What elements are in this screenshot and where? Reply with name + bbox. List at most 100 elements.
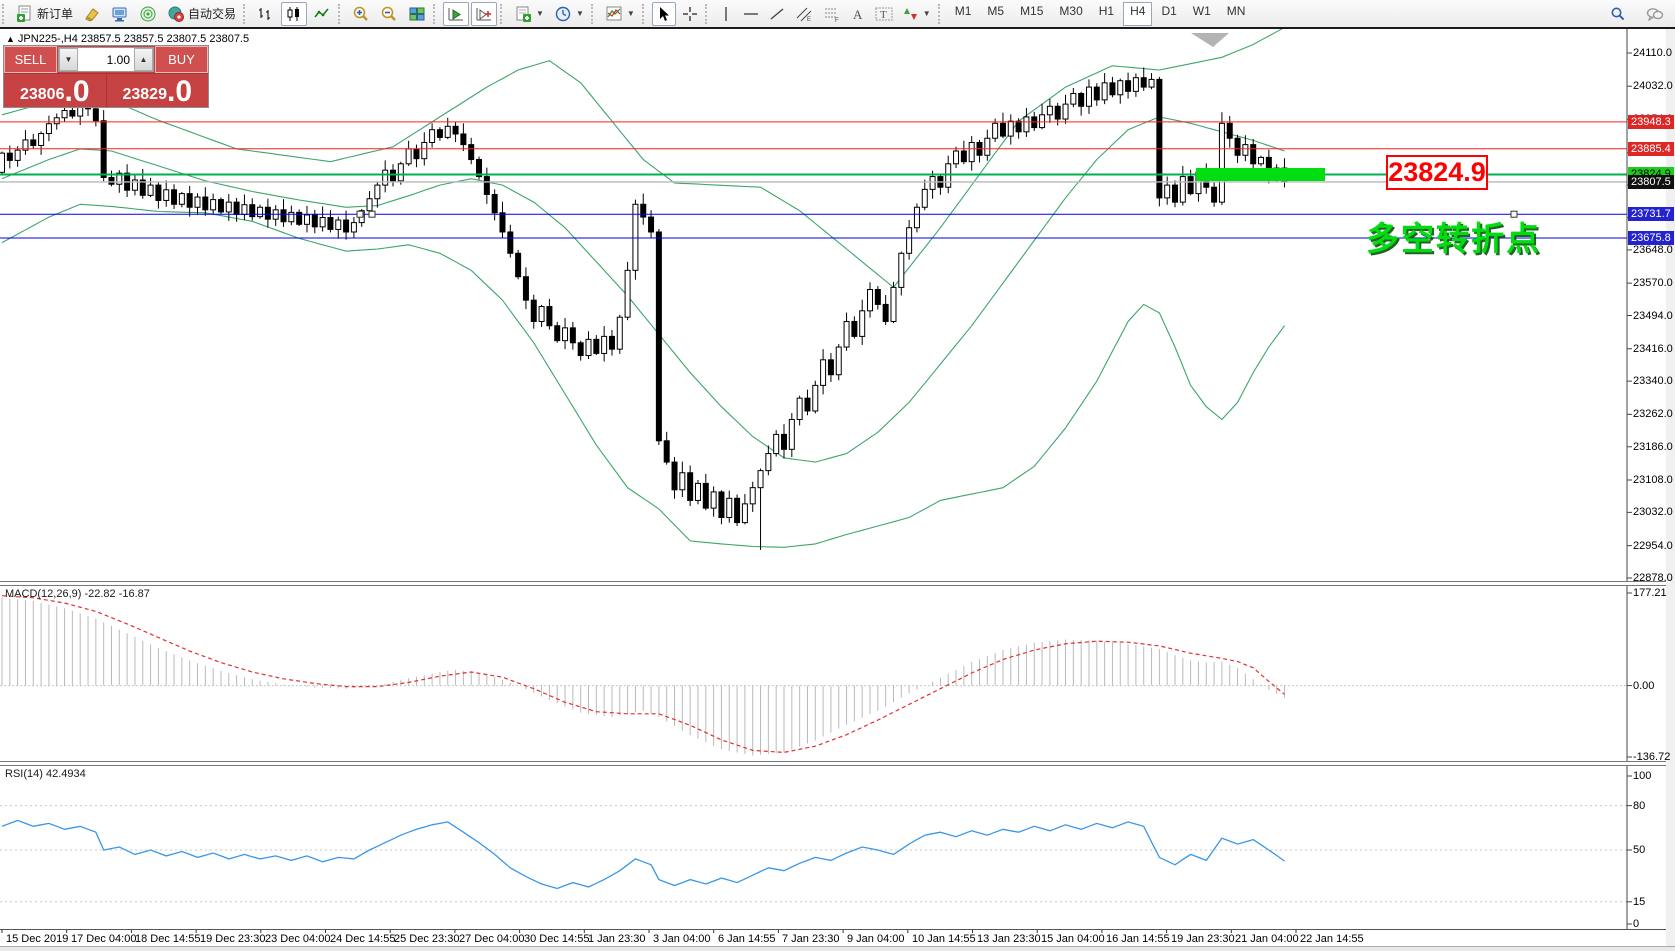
- volume-decrease-button[interactable]: ▼: [59, 48, 78, 71]
- line-chart-button[interactable]: [309, 2, 335, 26]
- arrows-tool[interactable]: ▼: [899, 2, 935, 26]
- price-annotation-box[interactable]: 23824.9: [1386, 155, 1488, 190]
- toolbar-grip[interactable]: [642, 4, 649, 24]
- time-axis-label: 15 Dec 2019: [6, 933, 68, 945]
- timeframe-m5-button[interactable]: M5: [980, 2, 1011, 26]
- hline-icon: [743, 6, 759, 22]
- buy-button[interactable]: BUY: [155, 46, 208, 73]
- toolbar-grip[interactable]: [243, 4, 250, 24]
- channel-icon: E: [795, 6, 813, 22]
- chevron-down-icon[interactable]: ▼: [536, 9, 544, 18]
- horizontal-line-tool[interactable]: [739, 2, 763, 26]
- timeframe-m30-button[interactable]: M30: [1052, 2, 1089, 26]
- volume-increase-button[interactable]: ▲: [134, 48, 153, 71]
- eraser-button[interactable]: [79, 2, 105, 26]
- line-handle[interactable]: [369, 211, 375, 217]
- chevron-down-icon[interactable]: ▼: [923, 9, 931, 18]
- bars-icon: [257, 5, 275, 23]
- news-button[interactable]: [135, 2, 161, 26]
- crosshair-tool-button[interactable]: [678, 2, 702, 26]
- timeframe-m1-button[interactable]: M1: [948, 2, 979, 26]
- time-axis-label: 9 Jan 04:00: [847, 933, 905, 945]
- templates-button[interactable]: ▼: [510, 2, 548, 26]
- time-axis-label: 17 Dec 04:00: [71, 933, 136, 945]
- gray-triangle-object[interactable]: [1191, 33, 1229, 47]
- clock-icon: [554, 5, 572, 23]
- template-icon: [514, 5, 532, 23]
- timeframe-h1-button[interactable]: H1: [1092, 2, 1121, 26]
- autotrading-button-label: 自动交易: [188, 5, 236, 22]
- toolbar-grip[interactable]: [338, 4, 345, 24]
- macd-plot[interactable]: [0, 596, 1627, 756]
- volume-input[interactable]: [78, 48, 134, 71]
- line-handle[interactable]: [357, 211, 363, 217]
- timeframe-d1-button[interactable]: D1: [1154, 2, 1183, 26]
- macd-tick-label: 177.21: [1633, 587, 1667, 599]
- time-axis-label: 24 Dec 14:55: [330, 933, 395, 945]
- toolbar-grip[interactable]: [2, 4, 9, 24]
- toolbar-grip[interactable]: [705, 4, 712, 24]
- text-label-icon: T: [875, 6, 893, 22]
- sell-price[interactable]: 23806 .0: [4, 74, 107, 107]
- timeframe-h4-button[interactable]: H4: [1123, 2, 1152, 26]
- chat-icon[interactable]: [1642, 2, 1668, 26]
- candlestick-chart-button[interactable]: [281, 2, 307, 26]
- text-label-tool[interactable]: T: [871, 2, 897, 26]
- price-tick-label: 22954.0: [1633, 540, 1673, 552]
- time-axis-label: 3 Jan 04:00: [653, 933, 711, 945]
- scroll-end-icon: [447, 5, 465, 23]
- new-order-button[interactable]: 新订单: [12, 2, 77, 26]
- panel-separator[interactable]: [0, 761, 1675, 766]
- price-level-chip: 23948.3: [1628, 115, 1674, 129]
- price-level-chip: 23675.8: [1628, 231, 1674, 245]
- timeframe-mn-button[interactable]: MN: [1220, 2, 1253, 26]
- toolbar-grip[interactable]: [500, 4, 507, 24]
- time-axis-label: 30 Dec 14:55: [524, 933, 589, 945]
- chart-shift-button[interactable]: [471, 2, 497, 26]
- price-tick-label: 23570.0: [1633, 277, 1673, 289]
- radio-icon: [139, 5, 157, 23]
- text-tool[interactable]: A: [847, 2, 869, 26]
- fibonacci-tool[interactable]: F: [819, 2, 845, 26]
- auto-scroll-button[interactable]: [443, 2, 469, 26]
- bar-chart-button[interactable]: [253, 2, 279, 26]
- sell-button[interactable]: SELL: [4, 46, 57, 73]
- main-plot[interactable]: [0, 27, 1627, 549]
- toolbar-grip[interactable]: [938, 4, 945, 24]
- vertical-line-tool[interactable]: [715, 2, 737, 26]
- eraser-icon: [83, 5, 101, 23]
- green-zone-bar[interactable]: [1196, 168, 1325, 181]
- cursor-tool-button[interactable]: [652, 2, 676, 26]
- toolbar-grip[interactable]: [433, 4, 440, 24]
- terminal-button[interactable]: [107, 2, 133, 26]
- bid-price-chip: 23807.5: [1628, 175, 1674, 189]
- zoom-out-button[interactable]: [376, 2, 402, 26]
- chevron-down-icon[interactable]: ▼: [576, 9, 584, 18]
- panel-separator[interactable]: [0, 581, 1675, 586]
- channel-tool[interactable]: E: [791, 2, 817, 26]
- toolbar-grip[interactable]: [591, 4, 598, 24]
- arrows-icon: [903, 6, 919, 22]
- trendline-icon: [769, 6, 785, 22]
- timeframe-m15-button[interactable]: M15: [1013, 2, 1050, 26]
- timeframe-w1-button[interactable]: W1: [1186, 2, 1218, 26]
- zoom-in-button[interactable]: [348, 2, 374, 26]
- chevron-down-icon[interactable]: ▼: [627, 9, 635, 18]
- trendline-tool[interactable]: [765, 2, 789, 26]
- search-icon[interactable]: [1606, 2, 1630, 26]
- chinese-annotation-text[interactable]: 多空转折点: [1366, 212, 1541, 260]
- autotrading-button[interactable]: 自动交易: [163, 2, 240, 26]
- period-button[interactable]: ▼: [550, 2, 588, 26]
- time-axis-separator: [0, 929, 1675, 930]
- tile-windows-button[interactable]: [404, 2, 430, 26]
- buy-price-decimal: .0: [167, 78, 192, 106]
- rsi-plot[interactable]: [0, 806, 1627, 902]
- time-axis-label: 19 Jan 23:30: [1171, 933, 1235, 945]
- buy-price[interactable]: 23829 .0: [107, 74, 209, 107]
- time-axis-label: 23 Dec 04:00: [265, 933, 330, 945]
- indicators-button[interactable]: ▼: [601, 2, 639, 26]
- rsi-tick-label: 50: [1633, 844, 1645, 856]
- chart-canvas[interactable]: [0, 0, 1675, 951]
- price-tick-label: 23108.0: [1633, 474, 1673, 486]
- chart-title: ▲JPN225-,H4 23857.5 23857.5 23807.5 2380…: [6, 33, 249, 45]
